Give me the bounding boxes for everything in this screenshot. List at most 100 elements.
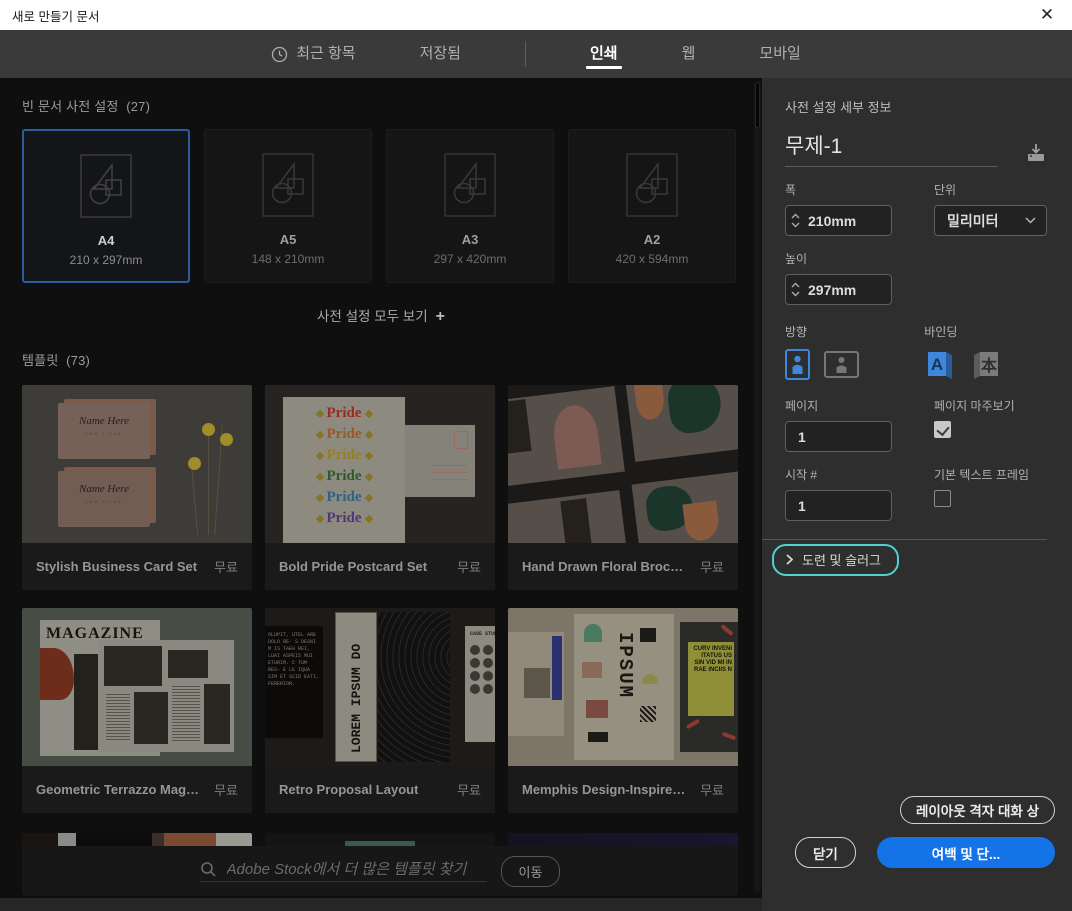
adobe-stock-search-bar: 이동 — [22, 846, 738, 896]
facing-pages-label: 페이지 마주보기 — [934, 397, 1047, 414]
height-field — [785, 274, 892, 305]
document-shapes-icon — [443, 152, 497, 218]
save-preset-icon[interactable] — [1025, 143, 1047, 163]
templates-header: 템플릿 (73) — [22, 350, 740, 369]
template-label-bar: Geometric Terrazzo Magazine La... 무료 — [22, 766, 252, 813]
chevron-down-icon — [791, 222, 800, 228]
blank-presets-header: 빈 문서 사전 설정 (27) — [22, 96, 740, 115]
template-label-bar: Hand Drawn Floral Brochure Lay... 무료 — [508, 543, 738, 590]
svg-text:本: 本 — [981, 356, 997, 375]
start-number-input[interactable] — [785, 490, 892, 521]
template-price-badge: 무료 — [457, 557, 481, 576]
window-titlebar: 새로 만들기 문서 ✕ — [0, 0, 1072, 30]
orientation-portrait-icon[interactable] — [785, 349, 810, 380]
unit-label: 단위 — [934, 181, 1047, 198]
binding-right-to-left-icon[interactable]: 本 — [970, 348, 1002, 380]
facing-pages-checkbox[interactable] — [934, 421, 951, 438]
width-label: 폭 — [785, 181, 892, 198]
document-shapes-icon — [79, 153, 133, 219]
template-row-2: MAGAZINE Geometric Terrazzo Magazine La.… — [22, 608, 740, 813]
tab-print[interactable]: 인쇄 — [590, 30, 618, 78]
primary-text-frame-checkbox[interactable] — [934, 490, 951, 507]
tab-saved[interactable]: 저장됨 — [420, 30, 461, 78]
template-thumbnail: MAGAZINE — [22, 608, 252, 766]
preset-size: 420 x 594mm — [616, 252, 689, 266]
pages-label: 페이지 — [785, 397, 892, 414]
stock-search-input[interactable] — [227, 861, 487, 878]
document-shapes-icon — [625, 152, 679, 218]
height-label: 높이 — [785, 250, 892, 267]
binding-label: 바인딩 — [924, 323, 1047, 340]
height-input[interactable] — [806, 282, 891, 298]
template-label-bar: Bold Pride Postcard Set 무료 — [265, 543, 495, 590]
preset-size: 148 x 210mm — [252, 252, 325, 266]
scrollbar-thumb[interactable] — [755, 82, 760, 128]
tab-divider — [525, 41, 526, 67]
template-name: Memphis Design-Inspired Magaz... — [522, 782, 687, 797]
view-all-presets-button[interactable]: 사전 설정 모두 보기+ — [22, 305, 740, 326]
template-card-retro-proposal[interactable]: OLUPIT, UTEL ARE DOLO RE- S DESNI M IS T… — [265, 608, 495, 813]
template-card-memphis-magazine[interactable]: IPSUM CURV INVENI ITATUS US SIN VID MI I… — [508, 608, 738, 813]
width-stepper[interactable] — [786, 206, 806, 235]
tab-recent[interactable]: 최근 항목 — [271, 30, 355, 78]
layout-grid-dialog-button[interactable]: 레이아웃 격자 대화 상 — [900, 796, 1055, 824]
search-icon — [200, 861, 217, 878]
chevron-up-icon — [791, 282, 800, 288]
template-label-bar: Memphis Design-Inspired Magaz... 무료 — [508, 766, 738, 813]
template-thumbnail: Pride Pride Pride Pride Pride Pride — [265, 385, 495, 543]
pages-input[interactable] — [785, 421, 892, 452]
orientation-landscape-icon[interactable] — [824, 351, 859, 378]
vertical-scrollbar[interactable] — [754, 82, 761, 892]
binding-left-to-right-icon[interactable]: A — [924, 348, 956, 380]
template-card-terrazzo-magazine[interactable]: MAGAZINE Geometric Terrazzo Magazine La.… — [22, 608, 252, 813]
template-thumbnail: Name HereJOB TITLE Name HereJOB TITLE — [22, 385, 252, 543]
template-name: Retro Proposal Layout — [279, 782, 418, 797]
chevron-right-icon — [786, 554, 793, 565]
svg-text:A: A — [931, 355, 943, 374]
preset-card-a3[interactable]: A3 297 x 420mm — [386, 129, 554, 283]
bleed-and-slug-expander[interactable]: 도련 및 슬러그 — [772, 544, 899, 576]
height-stepper[interactable] — [786, 275, 806, 304]
preset-name: A5 — [280, 232, 297, 247]
presets-and-templates-scroll: 빈 문서 사전 설정 (27) A4 210 x 297mm A5 148 x … — [0, 78, 762, 898]
window-close-icon[interactable]: ✕ — [1034, 2, 1060, 28]
width-input[interactable] — [806, 213, 891, 229]
template-card-pride-postcard[interactable]: Pride Pride Pride Pride Pride Pride Bold… — [265, 385, 495, 590]
tab-web[interactable]: 웹 — [682, 30, 696, 78]
template-price-badge: 무료 — [700, 780, 724, 799]
blank-presets-count: (27) — [126, 99, 150, 114]
preset-card-a2[interactable]: A2 420 x 594mm — [568, 129, 736, 283]
tab-recent-label: 최근 항목 — [296, 30, 355, 78]
template-card-floral-brochure[interactable]: Hand Drawn Floral Brochure Lay... 무료 — [508, 385, 738, 590]
preset-size: 297 x 420mm — [434, 252, 507, 266]
preset-name: A2 — [644, 232, 661, 247]
template-name: Geometric Terrazzo Magazine La... — [36, 782, 201, 797]
template-label-bar: Retro Proposal Layout 무료 — [265, 766, 495, 813]
template-price-badge: 무료 — [214, 780, 238, 799]
template-price-badge: 무료 — [214, 557, 238, 576]
preset-card-a5[interactable]: A5 148 x 210mm — [204, 129, 372, 283]
template-card-business-card[interactable]: Name HereJOB TITLE Name HereJOB TITLE St… — [22, 385, 252, 590]
clock-icon — [271, 46, 288, 63]
template-row-1: Name HereJOB TITLE Name HereJOB TITLE St… — [22, 385, 740, 590]
document-name-field[interactable]: 무제-1 — [785, 130, 998, 167]
preset-card-a4[interactable]: A4 210 x 297mm — [22, 129, 190, 283]
chevron-down-icon — [791, 291, 800, 297]
divider — [762, 539, 1047, 540]
tab-mobile[interactable]: 모바일 — [759, 30, 800, 78]
search-go-button[interactable]: 이동 — [501, 856, 561, 887]
unit-dropdown[interactable]: 밀리미터 — [934, 205, 1047, 236]
template-price-badge: 무료 — [700, 557, 724, 576]
chevron-down-icon — [1025, 217, 1036, 224]
margins-and-columns-button[interactable]: 여백 및 단... — [877, 837, 1055, 868]
close-button[interactable]: 닫기 — [795, 837, 856, 868]
document-shapes-icon — [261, 152, 315, 218]
unit-value: 밀리미터 — [947, 211, 999, 231]
start-number-label: 시작 # — [785, 466, 892, 483]
template-thumbnail: IPSUM CURV INVENI ITATUS US SIN VID MI I… — [508, 608, 738, 766]
preset-name: A3 — [462, 232, 479, 247]
main-content-area: 빈 문서 사전 설정 (27) A4 210 x 297mm A5 148 x … — [0, 78, 762, 911]
preset-size: 210 x 297mm — [70, 253, 143, 267]
template-thumbnail: OLUPIT, UTEL ARE DOLO RE- S DESNI M IS T… — [265, 608, 495, 766]
width-field — [785, 205, 892, 236]
